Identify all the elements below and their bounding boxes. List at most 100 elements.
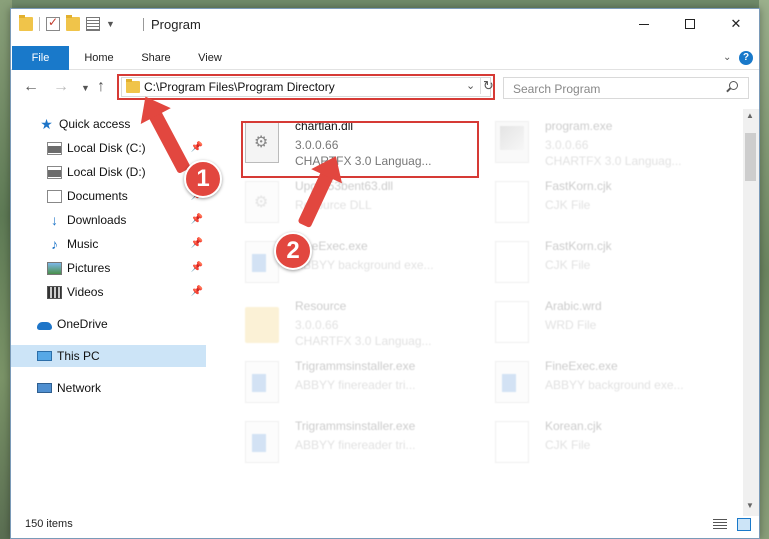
sidebar-item-label: Local Disk (D:) <box>67 165 146 179</box>
downloads-icon: ↓ <box>51 211 58 228</box>
sidebar-item-this-pc[interactable]: This PC <box>11 345 206 367</box>
pin-icon[interactable]: 📌 <box>191 286 203 297</box>
minimize-button[interactable] <box>621 9 667 39</box>
item-count: 150 items <box>25 518 73 530</box>
file-type: ABBYY background exe... <box>295 258 434 272</box>
pin-icon[interactable]: 📌 <box>191 214 203 225</box>
ribbon-tabs: File Home Share View <box>11 46 759 70</box>
recent-locations-icon[interactable]: ▼ <box>81 83 90 93</box>
help-icon[interactable]: ? <box>739 51 753 65</box>
exe-icon <box>495 121 529 163</box>
folder-icon <box>19 15 33 31</box>
sidebar-item-label: Pictures <box>67 261 111 275</box>
file-item[interactable]: Korean.cjk CJK File <box>485 413 725 469</box>
expand-ribbon-icon[interactable]: ⌄ <box>723 52 731 63</box>
file-name: Trigrammsinstaller.exe <box>295 359 416 373</box>
file-name: FineExec.exe <box>545 359 618 373</box>
vertical-scrollbar[interactable]: ▲ ▼ <box>743 109 759 516</box>
sidebar-item-videos[interactable]: Videos 📌 <box>11 281 206 303</box>
file-item[interactable]: program.exe 3.0.0.66 CHARTFX 3.0 Languag… <box>485 113 725 169</box>
file-item[interactable]: FineExec.exe ABBYY background exe... <box>485 353 725 409</box>
file-icon <box>495 421 529 463</box>
file-icon <box>495 241 529 283</box>
search-input[interactable]: Search Program <box>503 77 749 99</box>
address-highlight-box <box>117 74 495 100</box>
sidebar-item-label: Network <box>57 381 102 395</box>
pin-icon[interactable]: 📌 <box>191 262 203 273</box>
videos-icon <box>47 285 62 299</box>
sidebar-item-music[interactable]: ♪ Music 📌 <box>11 233 206 255</box>
sidebar-item-network[interactable]: Network <box>11 377 206 399</box>
sidebar-item-downloads[interactable]: ↓ Downloads 📌 <box>11 209 206 231</box>
file-name: Trigrammsinstaller.exe <box>295 419 416 433</box>
file-name: FastKorn.cjk <box>545 179 612 193</box>
file-type: CJK File <box>545 258 591 272</box>
properties-check-icon[interactable] <box>46 15 60 31</box>
file-type: WRD File <box>545 318 597 332</box>
tab-home[interactable]: Home <box>77 46 121 70</box>
back-arrow-icon[interactable]: ← <box>23 78 39 96</box>
maximize-button[interactable] <box>667 9 713 39</box>
sidebar-item-onedrive[interactable]: OneDrive <box>11 313 206 335</box>
details-view-icon[interactable] <box>713 519 727 531</box>
file-item[interactable]: FineExec.exe ABBYY background exe... <box>235 233 475 289</box>
scroll-thumb[interactable] <box>745 133 756 181</box>
sidebar-item-documents[interactable]: Documents 📌 <box>11 185 206 207</box>
network-icon <box>37 383 52 393</box>
file-item[interactable]: FastKorn.cjk CJK File <box>485 233 725 289</box>
file-item[interactable]: Trigrammsinstaller.exe ABBYY finereader … <box>235 413 475 469</box>
file-type: ABBYY finereader tri... <box>295 438 416 452</box>
tiles-view-icon[interactable] <box>737 518 751 531</box>
customize-icon[interactable] <box>86 17 100 31</box>
sidebar-item-label: Quick access <box>59 117 131 131</box>
file-name: Korean.cjk <box>545 419 602 433</box>
file-item[interactable]: Resource 3.0.0.66 CHARTFX 3.0 Languag... <box>235 293 475 349</box>
quick-access-toolbar: ▼ <box>19 15 115 31</box>
file-name: Resource <box>295 299 347 313</box>
file-item[interactable]: Upgrd53bent63.dll Resource DLL <box>235 173 475 229</box>
maximize-icon <box>685 19 695 29</box>
folder-icon <box>245 307 279 343</box>
file-list: chartlan.dll 3.0.0.66 CHARTFX 3.0 Langua… <box>221 109 741 509</box>
dll-icon <box>245 181 279 223</box>
music-icon: ♪ <box>51 235 58 252</box>
exe-icon <box>495 361 529 403</box>
onedrive-icon <box>37 321 52 330</box>
tab-file[interactable]: File <box>12 46 69 70</box>
close-button[interactable]: ✕ <box>713 9 759 39</box>
file-item[interactable]: Trigrammsinstaller.exe ABBYY finereader … <box>235 353 475 409</box>
file-type: ABBYY finereader tri... <box>295 378 416 392</box>
disk-icon <box>47 141 62 155</box>
documents-icon <box>47 189 62 203</box>
minimize-icon <box>639 23 649 25</box>
toolbar-divider <box>39 17 40 31</box>
explorer-window: ▼ Program ✕ File Home Share View ⌄ ? ← →… <box>10 8 760 539</box>
sidebar-item-pictures[interactable]: Pictures 📌 <box>11 257 206 279</box>
window-title: Program <box>151 17 201 32</box>
file-name: FastKorn.cjk <box>545 239 612 253</box>
search-icon[interactable] <box>726 81 738 93</box>
new-folder-icon[interactable] <box>66 15 80 31</box>
up-arrow-icon[interactable]: ↑ <box>97 78 105 96</box>
forward-arrow-icon[interactable]: → <box>53 78 69 96</box>
sidebar-item-label: This PC <box>57 349 100 363</box>
exe-icon <box>245 421 279 463</box>
sidebar-item-label: Documents <box>67 189 128 203</box>
pin-icon[interactable]: 📌 <box>191 238 203 249</box>
chevron-down-icon[interactable]: ▼ <box>106 19 115 29</box>
file-highlight-box <box>241 121 479 178</box>
file-item[interactable]: Arabic.wrd WRD File <box>485 293 725 349</box>
tab-view[interactable]: View <box>191 46 229 70</box>
title-bar: ▼ Program ✕ <box>11 9 759 39</box>
desktop-background-right <box>759 0 769 539</box>
scroll-up-icon[interactable]: ▲ <box>746 111 754 120</box>
sidebar-item-quick-access[interactable]: ★ Quick access <box>11 113 206 135</box>
tab-share[interactable]: Share <box>135 46 177 70</box>
sidebar-item-label: Music <box>67 237 99 251</box>
file-item[interactable]: FastKorn.cjk CJK File <box>485 173 725 229</box>
pin-icon[interactable]: 📌 <box>191 142 203 153</box>
file-description: CHARTFX 3.0 Languag... <box>545 154 682 168</box>
this-pc-icon <box>37 351 52 361</box>
scroll-down-icon[interactable]: ▼ <box>746 501 754 510</box>
file-version: 3.0.0.66 <box>545 138 589 152</box>
